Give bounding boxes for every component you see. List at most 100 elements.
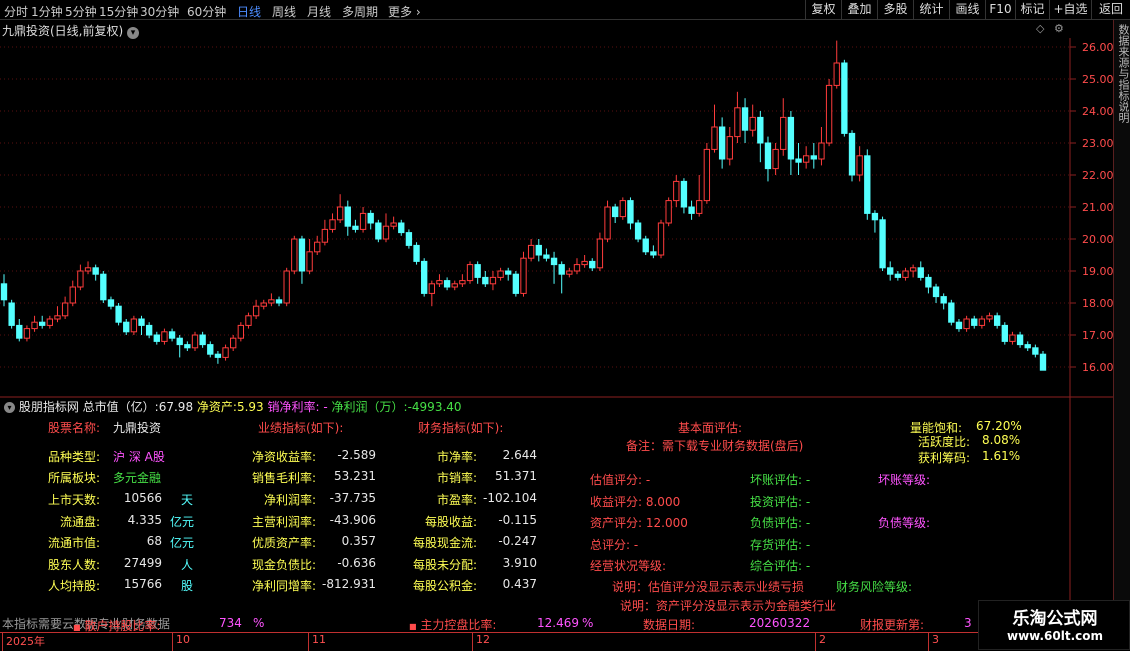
candle-body (69, 286, 76, 304)
candle (932, 283, 940, 303)
col1-unit: 人 (181, 558, 194, 572)
candle-body (909, 267, 917, 272)
col1-unit: 亿元 (170, 536, 195, 550)
col2-value: -37.735 (329, 491, 376, 505)
candle (344, 200, 351, 236)
candle (329, 213, 336, 233)
candle-body (619, 200, 626, 218)
gear-icon[interactable]: ⚙ (1054, 22, 1064, 35)
candle (1039, 351, 1047, 371)
candle-body (138, 318, 145, 326)
mv-value: 67.98 (158, 400, 194, 414)
col1-value: 15766 (123, 577, 162, 591)
candle-body (596, 238, 604, 269)
candle (520, 251, 527, 297)
candle-body (802, 155, 810, 163)
candle-body (505, 270, 512, 275)
candle-body (1016, 334, 1024, 346)
chart-title: 九鼎投资(日线,前复权) ▾ (2, 22, 140, 39)
candle (398, 219, 405, 236)
candle-body (252, 305, 260, 317)
candle (191, 331, 199, 351)
candle-body (1001, 324, 1008, 342)
candle-body (573, 264, 581, 272)
candle (642, 235, 649, 255)
candle-body (237, 324, 245, 339)
candle (466, 261, 474, 284)
candle (818, 127, 825, 166)
eval-right: 负债等级: (878, 516, 931, 530)
date-tick: 12 (472, 633, 490, 651)
candle (550, 251, 558, 284)
candle-body (604, 206, 611, 240)
candle (459, 274, 466, 287)
y-tick-label: 22.00 (1082, 169, 1114, 182)
candle-body (222, 347, 229, 358)
diamond-icon[interactable]: ◇ (1036, 22, 1044, 35)
col1-label: 流通盘: (60, 515, 101, 529)
candle-body (314, 241, 321, 253)
col3-value: -0.247 (498, 534, 537, 548)
y-tick-label: 26.00 (1082, 41, 1114, 54)
candle (84, 261, 92, 275)
ctrl-label-text: 主力控盘比率: (420, 618, 497, 632)
y-tick-label: 20.00 (1082, 233, 1114, 246)
candle (627, 197, 634, 230)
ctrl-unit: % (582, 616, 594, 630)
candle (8, 299, 15, 329)
chevron-down-icon[interactable]: ▾ (127, 27, 140, 39)
candle (879, 216, 886, 271)
candle-body (153, 334, 160, 342)
candle (864, 149, 871, 220)
candle (275, 296, 283, 307)
candle-body (902, 270, 909, 278)
eval-title: 基本面评估: (678, 421, 743, 435)
candle-body (612, 206, 619, 218)
candle-body (734, 107, 741, 138)
candle-body (1024, 344, 1031, 349)
candle-body (77, 270, 84, 288)
candle (161, 328, 168, 345)
candle-body (948, 302, 955, 323)
candle-body (642, 238, 649, 253)
eval-right: 坏账等级: (878, 473, 931, 487)
y-tick-label: 18.00 (1082, 297, 1114, 310)
candle-body (191, 334, 199, 349)
candle-body (474, 264, 481, 278)
col3-label: 每股收益: (424, 515, 477, 529)
candle-body (986, 315, 993, 320)
candle (795, 143, 802, 175)
candle-body (673, 180, 680, 202)
candle (0, 274, 8, 307)
update-label: 财报更新第: (860, 618, 925, 632)
ctrl-value: 12.469 (537, 616, 579, 630)
candles (0, 40, 1047, 371)
candle (107, 296, 115, 310)
candle (566, 267, 573, 278)
y-tick-label: 24.00 (1082, 105, 1114, 118)
candle-body (1009, 334, 1016, 342)
candle-body (321, 228, 329, 243)
candle (482, 271, 489, 287)
candle (230, 335, 237, 351)
col1-value: 10566 (123, 491, 162, 505)
candle-body (993, 315, 1001, 326)
candle (474, 261, 481, 284)
candle-body (810, 155, 817, 160)
eval-left: 经营状况等级: (590, 559, 667, 573)
candle-body (489, 276, 497, 285)
candle (505, 267, 512, 281)
candle-body (879, 219, 886, 269)
candle-body (107, 299, 115, 307)
candle-body (359, 212, 367, 230)
candle-body (787, 116, 795, 160)
candle-body (436, 280, 443, 285)
col1-label: 所属板块: (48, 471, 101, 485)
candle-body (657, 222, 665, 256)
candle-body (703, 148, 711, 202)
circle-chevron-icon[interactable]: ▾ (4, 402, 15, 413)
candle (986, 312, 993, 323)
candle (741, 98, 749, 143)
y-tick-label: 25.00 (1082, 73, 1114, 86)
date-axis: 2025年 10 11 12 2 3 (0, 632, 1070, 651)
